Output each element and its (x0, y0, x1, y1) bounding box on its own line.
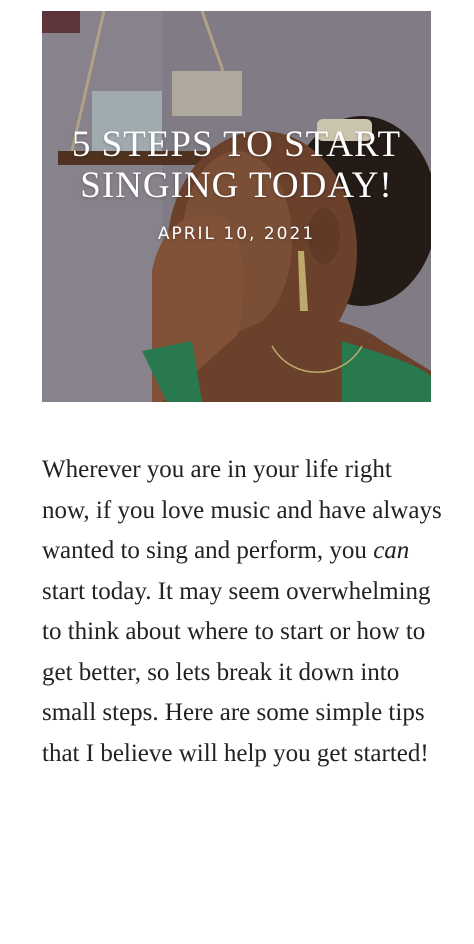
post-date: APRIL 10, 2021 (157, 224, 316, 244)
hero-overlay: 5 STEPS TO START SINGING TODAY! APRIL 10… (42, 11, 431, 402)
intro-emphasis: can (373, 537, 410, 564)
intro-text-after: start today. It may seem overwhelming to… (42, 577, 431, 767)
post-title[interactable]: 5 STEPS TO START SINGING TODAY! (57, 124, 417, 206)
hero-image[interactable]: 5 STEPS TO START SINGING TODAY! APRIL 10… (42, 11, 431, 402)
post-intro-paragraph: Wherever you are in your life right now,… (42, 450, 442, 774)
blog-post-page: 5 STEPS TO START SINGING TODAY! APRIL 10… (0, 0, 474, 944)
